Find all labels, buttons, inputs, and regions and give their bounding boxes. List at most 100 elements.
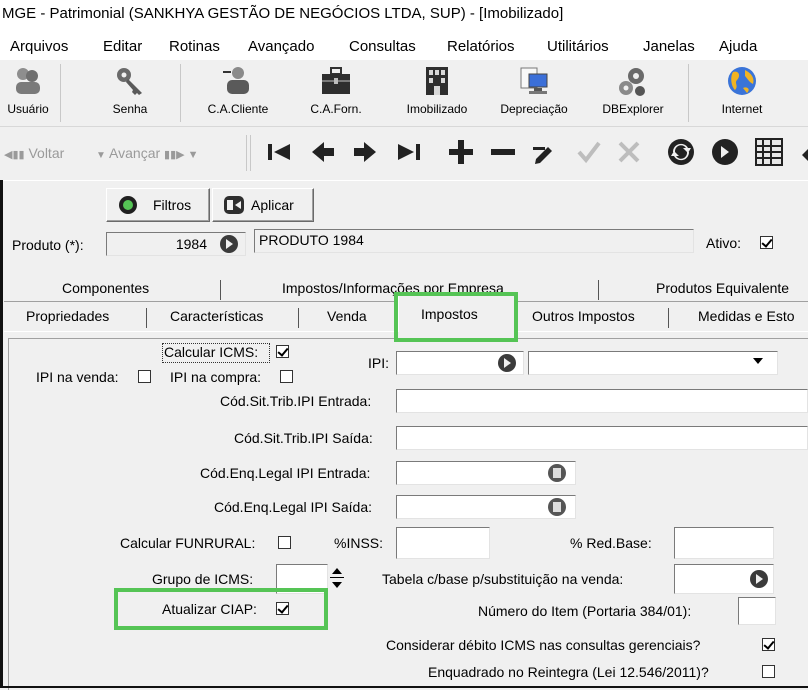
senha-button[interactable]: Senha: [104, 64, 156, 116]
calcular-funrural-checkbox[interactable]: [278, 536, 291, 549]
considerar-debito-checkbox[interactable]: [762, 638, 775, 651]
aplicar-button[interactable]: Aplicar: [212, 188, 314, 222]
cod-sit-trib-ipi-entrada-label: Cód.Sit.Trib.IPI Entrada:: [220, 393, 372, 409]
grid-view-icon[interactable]: [752, 135, 786, 169]
forward-arrow-icon: ▮▮▶ ▼: [164, 149, 199, 161]
tabela-lookup-icon[interactable]: [750, 570, 768, 588]
filtros-button[interactable]: Filtros: [106, 188, 210, 222]
tab-componentes[interactable]: Componentes: [62, 280, 149, 296]
ativo-checkbox[interactable]: [760, 236, 773, 249]
menu-consultas[interactable]: Consultas: [349, 38, 416, 55]
enquadrado-reintegra-checkbox[interactable]: [762, 665, 775, 678]
pct-inss-field[interactable]: [396, 527, 490, 559]
lookup-icon[interactable]: [220, 235, 238, 253]
filtros-label: Filtros: [153, 197, 192, 213]
avancar-button[interactable]: ▼ Avançar ▮▮▶ ▼: [96, 145, 199, 161]
calculator-icon[interactable]: [548, 498, 566, 516]
ipi-lookup-icon[interactable]: [498, 354, 516, 372]
toolbar-separator: [180, 64, 181, 122]
next-record-icon[interactable]: [348, 135, 382, 169]
ipi-select[interactable]: [528, 351, 778, 375]
menu-relatorios[interactable]: Relatórios: [447, 38, 515, 55]
more-tools-icon[interactable]: [796, 135, 808, 169]
first-record-icon[interactable]: [262, 135, 296, 169]
window-title: MGE - Patrimonial (SANKHYA GESTÃO DE NEG…: [2, 5, 564, 22]
produto-name: PRODUTO 1984: [259, 232, 364, 248]
enquadrado-reintegra-label: Enquadrado no Reintegra (Lei 12.546/2011…: [428, 664, 709, 680]
cancel-icon[interactable]: [612, 135, 646, 169]
numero-item-field[interactable]: [738, 597, 776, 625]
toolbar-separator: [60, 64, 61, 122]
cod-enq-legal-ipi-entrada-label: Cód.Enq.Legal IPI Entrada:: [200, 465, 371, 481]
pct-red-base-field[interactable]: [674, 527, 774, 559]
menu-ajuda[interactable]: Ajuda: [719, 38, 757, 55]
ca-forn-label: C.A.Forn.: [310, 102, 362, 116]
ca-forn-button[interactable]: C.A.Forn.: [298, 64, 374, 116]
imobilizado-button[interactable]: Imobilizado: [394, 64, 480, 116]
menu-editar[interactable]: Editar: [103, 38, 142, 55]
gears-icon: [619, 68, 645, 96]
add-record-icon[interactable]: [444, 135, 478, 169]
pct-inss-label: %INSS:: [334, 535, 384, 551]
close-record-icon[interactable]: [708, 135, 742, 169]
delete-record-icon[interactable]: [486, 135, 520, 169]
ipi-venda-label: IPI na venda:: [36, 369, 119, 385]
tab-divider: [146, 308, 147, 328]
title-bar: MGE - Patrimonial (SANKHYA GESTÃO DE NEG…: [0, 0, 808, 32]
tab-propriedades[interactable]: Propriedades: [26, 308, 109, 324]
previous-record-icon[interactable]: [306, 135, 340, 169]
ativo-label: Ativo:: [706, 235, 742, 251]
spinner-divider: [330, 577, 344, 578]
tab-divider: [668, 308, 669, 328]
pct-red-base-label: % Red.Base:: [570, 535, 652, 551]
calcular-icms-label: Calcular ICMS:: [164, 344, 259, 360]
tab-caracteristicas[interactable]: Características: [170, 308, 263, 324]
grupo-icms-label: Grupo de ICMS:: [152, 571, 254, 587]
tab-produtos-equivalentes[interactable]: Produtos Equivalente: [656, 280, 789, 296]
dbexplorer-button[interactable]: DBExplorer: [588, 64, 678, 116]
numero-item-label: Número do Item (Portaria 384/01):: [478, 603, 692, 619]
internet-button[interactable]: Internet: [712, 64, 772, 116]
menu-utilitarios[interactable]: Utilitários: [547, 38, 609, 55]
refresh-icon[interactable]: [664, 135, 698, 169]
menu-janelas[interactable]: Janelas: [643, 38, 695, 55]
menu-avancado[interactable]: Avançado: [248, 38, 314, 55]
tab-divider: [298, 308, 299, 328]
cod-enq-legal-ipi-saida-label: Cód.Enq.Legal IPI Saída:: [214, 499, 372, 515]
confirm-icon[interactable]: [572, 135, 606, 169]
calculator-icon[interactable]: [548, 464, 566, 482]
menu-rotinas[interactable]: Rotinas: [169, 38, 220, 55]
client-icon: [223, 67, 249, 94]
depreciacao-button[interactable]: Depreciação: [486, 64, 582, 116]
considerar-debito-label: Considerar débito ICMS nas consultas ger…: [386, 637, 701, 653]
window-border-left: [0, 180, 3, 688]
last-record-icon[interactable]: [392, 135, 426, 169]
aplicar-label: Aplicar: [251, 197, 294, 213]
usuario-button[interactable]: Usuário: [4, 64, 52, 116]
imobilizado-label: Imobilizado: [406, 102, 468, 116]
atualizar-ciap-highlight: [114, 588, 328, 630]
globe-icon: [728, 67, 756, 95]
tab-medidas-estoque[interactable]: Medidas e Esto: [698, 308, 795, 324]
cod-sit-trib-ipi-entrada-field[interactable]: [396, 389, 808, 413]
edit-record-icon[interactable]: [528, 135, 562, 169]
navigation-toolbar: ◀▮▮ Voltar ▼ Avançar ▮▮▶ ▼: [0, 127, 808, 177]
ipi-compra-checkbox[interactable]: [280, 370, 293, 383]
dropdown-icon: ▼: [96, 150, 106, 161]
tab-venda[interactable]: Venda: [327, 308, 367, 324]
cod-sit-trib-ipi-saida-field[interactable]: [396, 426, 808, 450]
calcular-icms-checkbox[interactable]: [276, 345, 289, 358]
grupo-icms-spinner[interactable]: [330, 566, 344, 594]
tab-divider: [598, 280, 599, 300]
toolbar-separator: [688, 64, 689, 122]
ca-cliente-button[interactable]: C.A.Cliente: [196, 64, 280, 116]
tab-outros-impostos[interactable]: Outros Impostos: [532, 308, 635, 324]
voltar-button[interactable]: ◀▮▮ Voltar: [4, 145, 64, 161]
menu-arquivos[interactable]: Arquivos: [10, 38, 68, 55]
ipi-venda-checkbox[interactable]: [138, 370, 151, 383]
produto-label: Produto (*):: [12, 237, 84, 253]
users-icon: [16, 68, 40, 94]
toolbar-separator: [246, 135, 247, 171]
produto-name-field[interactable]: PRODUTO 1984: [254, 229, 694, 253]
senha-label: Senha: [112, 102, 148, 116]
